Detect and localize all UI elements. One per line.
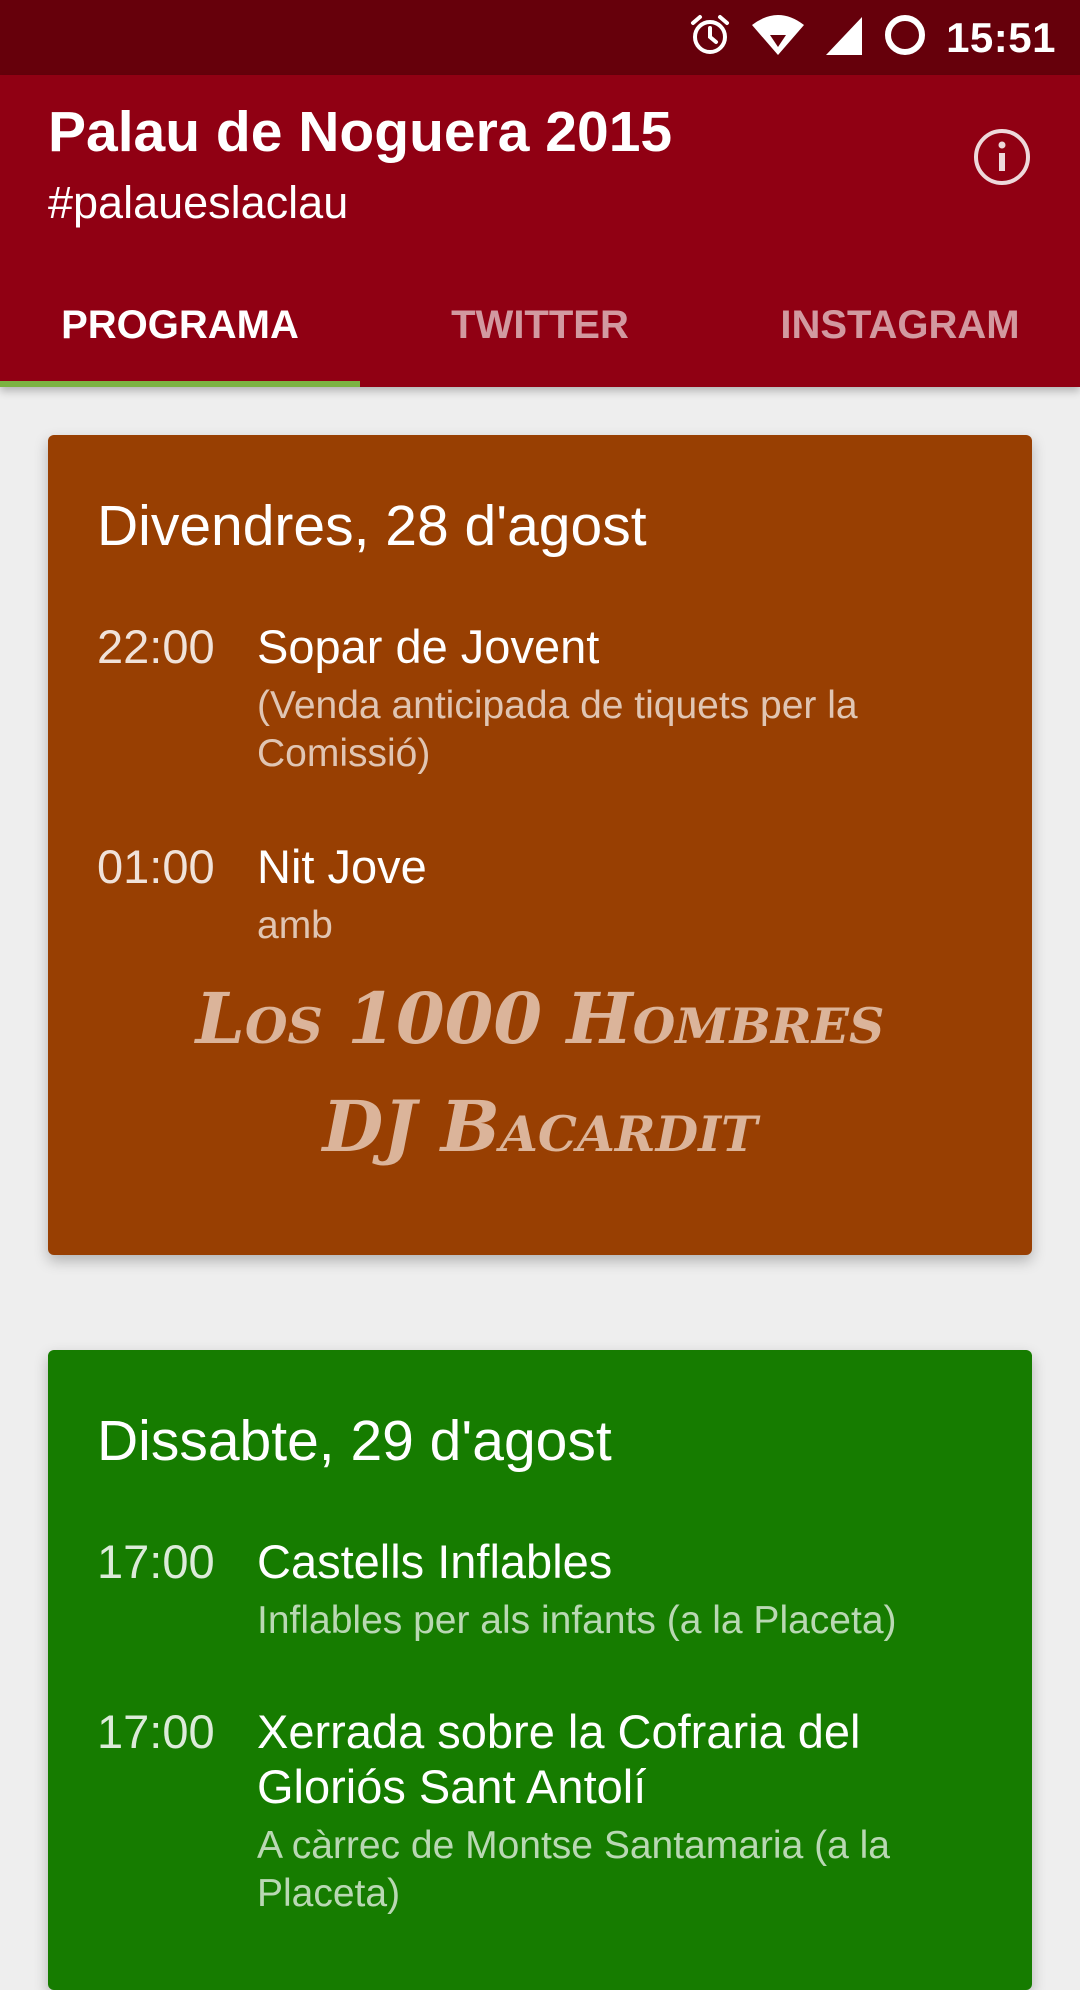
event-time: 17:00 <box>97 1535 215 1588</box>
event-title: Sopar de Jovent <box>257 620 600 673</box>
signal-icon <box>824 13 864 62</box>
tab-programa[interactable]: PROGRAMA <box>0 263 360 387</box>
app-title: Palau de Noguera 2015 <box>48 100 673 164</box>
status-time: 15:51 <box>946 13 1056 61</box>
tab-bar: PROGRAMA TWITTER INSTAGRAM <box>0 263 1080 387</box>
headliner-1: Los 1000 Hombres <box>195 977 885 1060</box>
day-title: Divendres, 28 d'agost <box>97 494 647 558</box>
event-title: Nit Jove <box>257 840 427 893</box>
event-description: A càrrec de Montse Santamaria (a la Plac… <box>257 1824 890 1915</box>
event-time: 01:00 <box>97 840 215 893</box>
info-icon <box>974 129 1030 185</box>
alarm-icon <box>688 13 732 62</box>
tab-instagram[interactable]: INSTAGRAM <box>720 263 1080 387</box>
app-bar: Palau de Noguera 2015 #palaueslaclau PRO… <box>0 75 1080 387</box>
info-button[interactable] <box>972 127 1032 187</box>
event-time: 17:00 <box>97 1705 215 1758</box>
event-description: (Venda anticipada de tiquets per la Comi… <box>257 684 858 775</box>
day-title: Dissabte, 29 d'agost <box>97 1409 612 1473</box>
app-subtitle: #palaueslaclau <box>48 177 349 228</box>
event-title: Xerrada sobre la Cofraria del Gloriós Sa… <box>257 1705 861 1813</box>
sync-icon <box>882 12 928 63</box>
wifi-icon <box>750 13 806 62</box>
event-title: Castells Inflables <box>257 1535 613 1588</box>
headliners: Los 1000 Hombres DJ Bacardit <box>48 965 1032 1181</box>
headliner-2: DJ Bacardit <box>322 1085 758 1168</box>
day-card-friday: Divendres, 28 d'agost 22:00 Sopar de Jov… <box>48 435 1032 1255</box>
status-bar: 15:51 <box>0 0 1080 75</box>
day-card-saturday: Dissabte, 29 d'agost 17:00 Castells Infl… <box>48 1350 1032 1990</box>
tab-twitter[interactable]: TWITTER <box>360 263 720 387</box>
status-icons: 15:51 <box>688 0 1056 75</box>
event-description: amb <box>257 904 333 947</box>
event-time: 22:00 <box>97 620 215 673</box>
event-description: Inflables per als infants (a la Placeta) <box>257 1599 897 1642</box>
